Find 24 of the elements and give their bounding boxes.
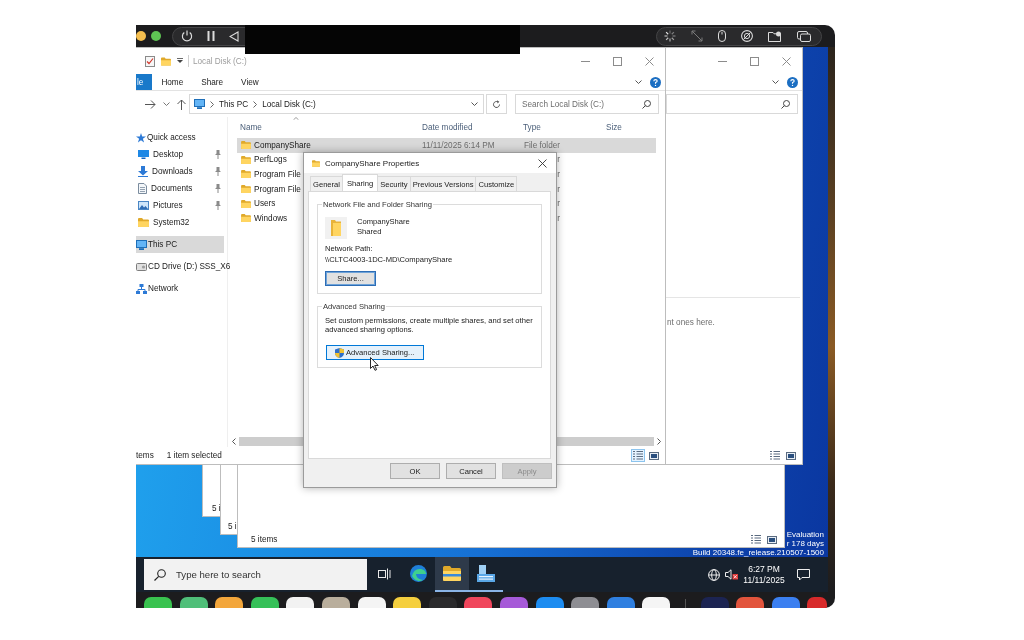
date-modified: 11/11/2025 6:14 PM [422, 140, 495, 150]
file-name: PerfLogs [254, 155, 287, 165]
dialog-title: CompanyShare Properties [325, 158, 420, 168]
item-count: 5 i [228, 522, 237, 531]
file-type: r [557, 184, 560, 194]
file-type: r [557, 155, 560, 165]
file-type: r [557, 213, 560, 223]
file-name: Windows [254, 213, 288, 223]
file-name: Program File [254, 184, 301, 194]
selection-count: 1 item selected [166, 451, 222, 460]
file-name: CompanyShare [254, 140, 311, 150]
watermark-text: r 178 days [786, 539, 824, 548]
item-count: 5 i [212, 504, 221, 513]
window-title: Local Disk (C:) [193, 56, 247, 66]
file-name: Program File [254, 170, 301, 179]
watermark-text: Evaluation [786, 530, 824, 539]
empty-folder-message: nt ones here. [666, 318, 715, 327]
watermark-text: Build 20348.fe_release.210507-1500 [692, 548, 824, 557]
item-count: tems [136, 451, 154, 460]
file-type: r [557, 199, 560, 209]
file-type: r [557, 170, 560, 179]
item-count: 5 items [251, 535, 278, 544]
file-name: Users [254, 199, 276, 209]
file-type: File folder [524, 140, 560, 150]
